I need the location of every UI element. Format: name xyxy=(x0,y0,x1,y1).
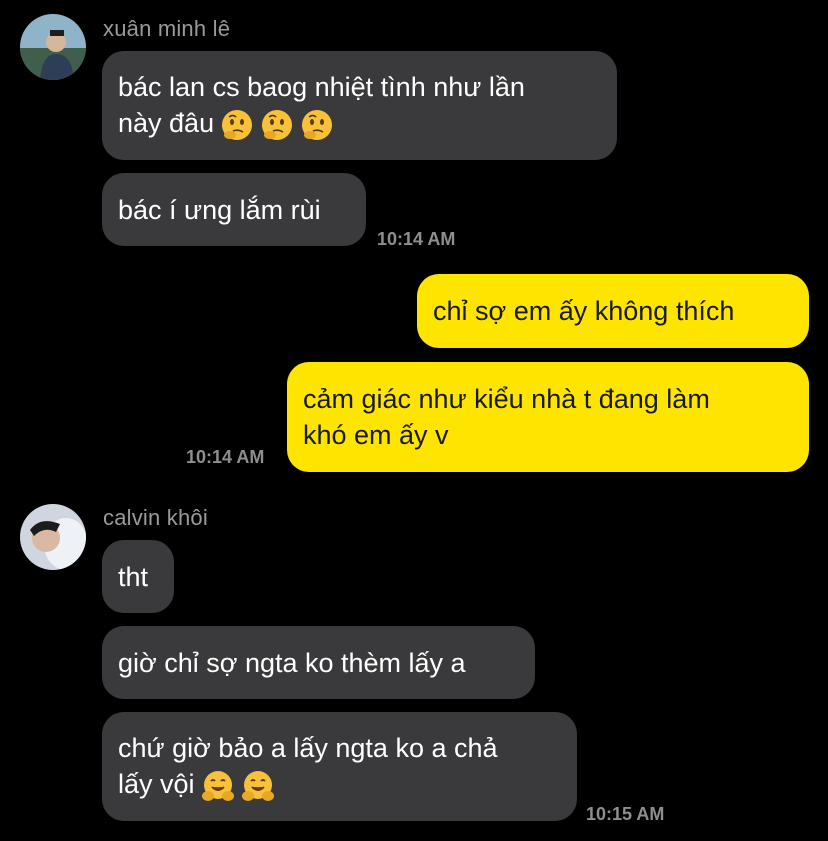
emoji-row xyxy=(220,108,334,142)
hugging-face-emoji xyxy=(201,769,235,803)
message-bubble[interactable]: giờ chỉ sợ ngta ko thèm lấy a xyxy=(102,626,535,699)
message-text: giờ chỉ sợ ngta ko thèm lấy a xyxy=(118,647,466,678)
message-text: tht xyxy=(118,561,149,592)
avatar-xuan-minh-le[interactable] xyxy=(20,14,86,80)
user-avatar-icon xyxy=(20,504,86,570)
avatar-calvin-khoi[interactable] xyxy=(20,504,86,570)
user-avatar-icon xyxy=(20,14,86,80)
message-bubble[interactable]: bác lan cs baog nhiệt tình như lần này đ… xyxy=(102,51,617,160)
thinking-face-emoji xyxy=(260,108,294,142)
message-bubble-outgoing[interactable]: chỉ sợ em ấy không thích xyxy=(417,274,809,348)
sender-name: calvin khôi xyxy=(103,505,208,530)
message-timestamp: 10:14 AM xyxy=(186,447,265,467)
message-text: chỉ sợ em ấy không thích xyxy=(433,296,735,326)
thinking-face-emoji xyxy=(220,108,254,142)
message-bubble[interactable]: bác í ưng lắm rùi xyxy=(102,173,366,246)
message-bubble[interactable]: tht xyxy=(102,540,174,613)
message-bubble-outgoing[interactable]: cảm giác như kiểu nhà t đang làm khó em … xyxy=(287,362,809,472)
message-timestamp: 10:14 AM xyxy=(377,229,456,249)
message-bubble[interactable]: chứ giờ bảo a lấy ngta ko a chả lấy vội xyxy=(102,712,577,821)
message-text: chứ giờ bảo a lấy ngta ko a chả lấy vội xyxy=(118,733,498,800)
hugging-face-emoji xyxy=(241,769,275,803)
message-text: bác í ưng lắm rùi xyxy=(118,194,321,225)
message-text: cảm giác như kiểu nhà t đang làm khó em … xyxy=(303,384,710,450)
emoji-row xyxy=(201,769,275,803)
sender-name: xuân minh lê xyxy=(103,16,231,41)
message-timestamp: 10:15 AM xyxy=(586,804,665,824)
thinking-face-emoji xyxy=(300,108,334,142)
